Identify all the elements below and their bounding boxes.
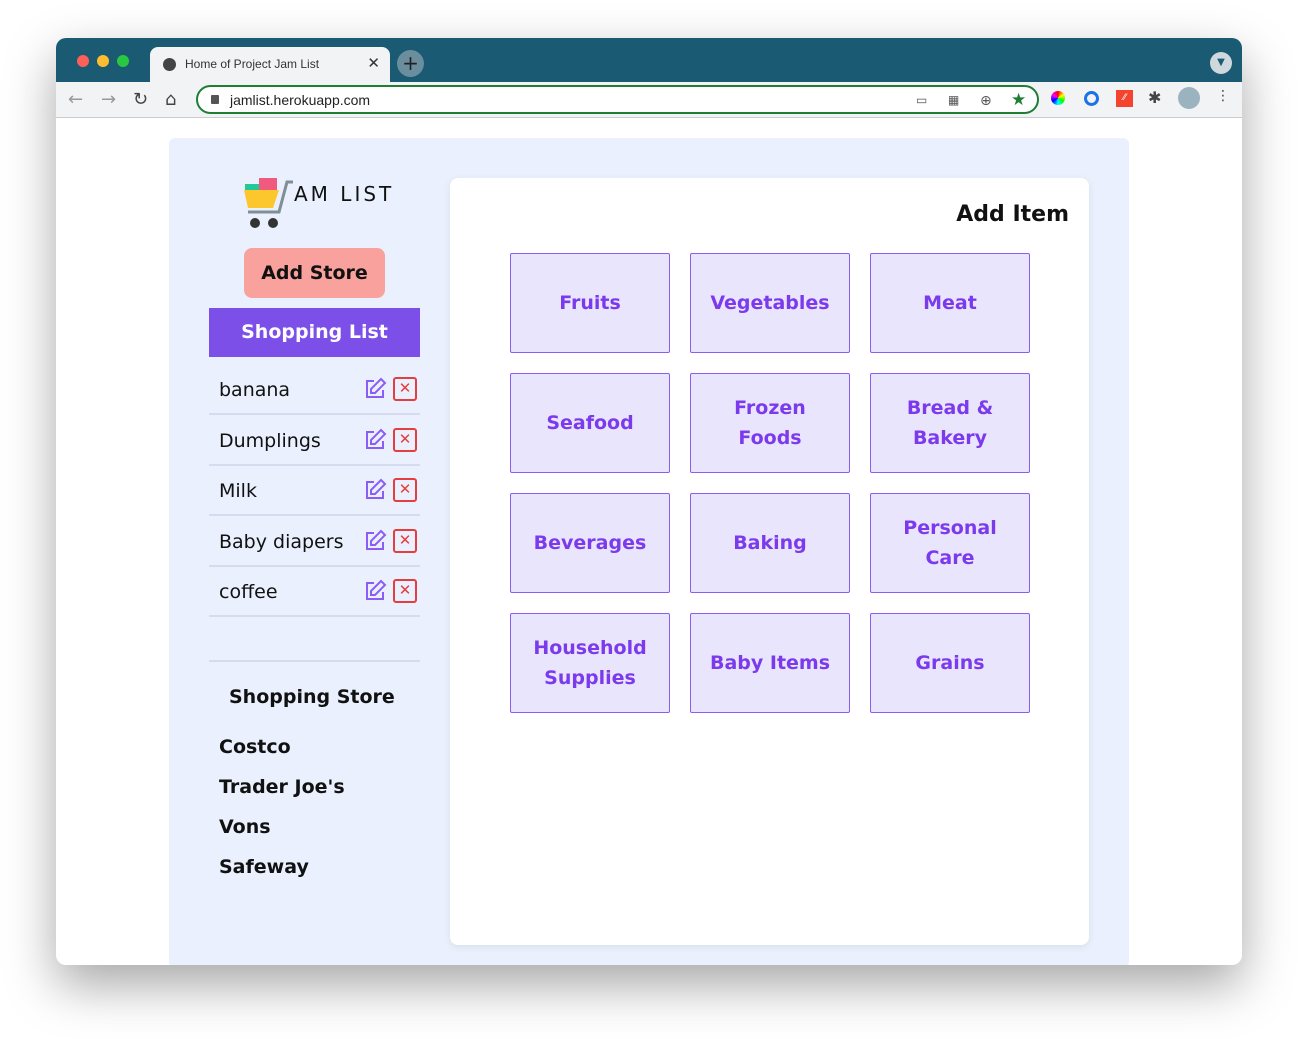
- code-extension-icon[interactable]: ⁄⁄: [1116, 90, 1133, 107]
- category-tile[interactable]: Grains: [870, 613, 1030, 713]
- item-name: Baby diapers: [219, 530, 344, 553]
- edit-icon[interactable]: [363, 579, 387, 603]
- category-tile[interactable]: Household Supplies: [510, 613, 670, 713]
- browser-window: Home of Project Jam List ✕ + ▼ ← → ↻ ⌂ j…: [56, 38, 1242, 965]
- cast-icon[interactable]: ▭: [916, 93, 927, 107]
- item-name: coffee: [219, 581, 278, 603]
- category-tile[interactable]: Bread & Bakery: [870, 373, 1030, 473]
- reload-icon[interactable]: ↻: [133, 89, 148, 110]
- puzzle-icon[interactable]: ✱: [1148, 88, 1161, 107]
- category-tile[interactable]: Meat: [870, 253, 1030, 353]
- category-tile[interactable]: Beverages: [510, 493, 670, 593]
- category-tile[interactable]: Baking: [690, 493, 850, 593]
- list-item: Dumplings ✕: [209, 416, 420, 466]
- browser-tab[interactable]: Home of Project Jam List ✕: [150, 47, 390, 82]
- category-tile[interactable]: Fruits: [510, 253, 670, 353]
- store-link[interactable]: Vons: [219, 816, 271, 838]
- menu-icon[interactable]: ⋮: [1216, 88, 1230, 104]
- category-tile[interactable]: Baby Items: [690, 613, 850, 713]
- delete-icon[interactable]: ✕: [393, 478, 417, 502]
- url-text: jamlist.herokuapp.com: [230, 92, 371, 108]
- close-tab-icon[interactable]: ✕: [367, 54, 380, 72]
- shopping-store-title: Shopping Store: [229, 686, 395, 708]
- cart-logo-icon: [244, 178, 293, 228]
- list-item: coffee ✕: [209, 567, 420, 617]
- page: AM LIST Add Store Shopping List banana ✕…: [56, 118, 1242, 965]
- tab-bar: Home of Project Jam List ✕ + ▼: [56, 38, 1242, 82]
- extension-icon[interactable]: [1084, 91, 1099, 106]
- close-window-button[interactable]: [77, 55, 89, 67]
- edit-icon[interactable]: [363, 478, 387, 502]
- bookmark-star-icon[interactable]: ★: [1011, 90, 1026, 110]
- category-tile[interactable]: Personal Care: [870, 493, 1030, 593]
- app-container: AM LIST Add Store Shopping List banana ✕…: [169, 138, 1129, 965]
- tab-title: Home of Project Jam List: [185, 57, 320, 71]
- store-link[interactable]: Safeway: [219, 856, 309, 878]
- forward-icon[interactable]: →: [101, 89, 116, 110]
- home-icon[interactable]: ⌂: [165, 89, 176, 110]
- category-tile[interactable]: Frozen Foods: [690, 373, 850, 473]
- edit-icon[interactable]: [363, 529, 387, 553]
- zoom-icon[interactable]: ⊕: [980, 93, 992, 109]
- delete-icon[interactable]: ✕: [393, 528, 417, 553]
- add-item-card: Add Item Fruits Vegetables Meat Seafood Froz…: [450, 178, 1089, 945]
- list-item: Baby diapers ✕: [209, 517, 420, 567]
- back-icon[interactable]: ←: [68, 89, 83, 110]
- list-item: Milk ✕: [209, 466, 420, 516]
- edit-icon[interactable]: [363, 428, 387, 452]
- qr-icon[interactable]: ▦: [948, 93, 959, 107]
- tab-search-button[interactable]: ▼: [1210, 52, 1232, 74]
- new-tab-button[interactable]: +: [397, 50, 424, 77]
- add-item-title: Add Item: [956, 202, 1069, 227]
- category-tile[interactable]: Seafood: [510, 373, 670, 473]
- delete-icon[interactable]: ✕: [393, 377, 417, 401]
- delete-icon[interactable]: ✕: [393, 579, 417, 603]
- delete-icon[interactable]: ✕: [393, 427, 417, 452]
- item-name: banana: [219, 379, 291, 401]
- item-name: Milk: [219, 480, 257, 502]
- globe-icon: [163, 58, 176, 71]
- add-store-button[interactable]: Add Store: [244, 248, 385, 298]
- divider: [209, 660, 420, 662]
- address-bar[interactable]: jamlist.herokuapp.com ▭ ▦ ⊕ ★: [196, 85, 1039, 114]
- avatar[interactable]: [1178, 87, 1200, 109]
- maximize-window-button[interactable]: [117, 55, 129, 67]
- list-item: banana ✕: [209, 365, 420, 415]
- edit-icon[interactable]: [363, 377, 387, 401]
- store-link[interactable]: Trader Joe's: [219, 776, 345, 798]
- logo-text: AM LIST: [294, 182, 395, 206]
- category-tile[interactable]: Vegetables: [690, 253, 850, 353]
- store-link[interactable]: Costco: [219, 736, 291, 758]
- item-name: Dumplings: [219, 429, 321, 452]
- toolbar: ← → ↻ ⌂ jamlist.herokuapp.com ▭ ▦ ⊕ ★ ⁄⁄…: [56, 82, 1242, 118]
- color-extension-icon[interactable]: [1051, 91, 1065, 105]
- shopping-list-header[interactable]: Shopping List: [209, 308, 420, 357]
- lock-icon: [211, 95, 219, 104]
- minimize-window-button[interactable]: [97, 55, 109, 67]
